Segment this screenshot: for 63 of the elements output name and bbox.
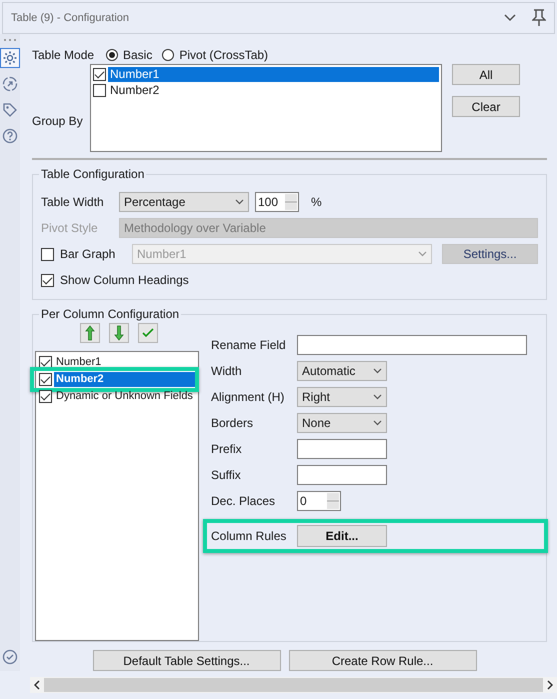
group-title: Per Column Configuration: [39, 307, 182, 321]
radio-label[interactable]: Basic: [123, 48, 152, 62]
group-title: Table Configuration: [39, 167, 146, 181]
move-down-button[interactable]: [109, 323, 129, 343]
chevron-down-icon: [373, 420, 382, 426]
group-by-label: Group By: [32, 114, 84, 128]
chevron-down-icon: [373, 368, 382, 374]
setting-label: Column Rules: [211, 529, 288, 543]
radio-label[interactable]: Pivot (CrossTab): [179, 48, 268, 62]
setting-label: Alignment (H): [211, 390, 286, 404]
checkbox[interactable]: [39, 390, 52, 403]
chevron-down-icon: [235, 199, 244, 205]
list-item[interactable]: Number1: [108, 66, 439, 82]
list-button[interactable]: All: [452, 64, 520, 85]
check-circle-icon[interactable]: [2, 649, 18, 665]
list-item[interactable]: Number2: [108, 82, 439, 98]
dialog-button[interactable]: Create Row Rule...: [288, 650, 476, 671]
text-field[interactable]: [297, 335, 527, 355]
horizontal-scrollbar[interactable]: [30, 677, 557, 693]
checkmark-icon: [142, 328, 154, 338]
dropdown[interactable]: Automatic: [297, 361, 387, 381]
setting-label: Suffix: [211, 468, 242, 482]
check-all-button[interactable]: [138, 323, 158, 343]
more-icon[interactable]: [3, 38, 17, 42]
radio-button[interactable]: [106, 49, 118, 61]
dialog-button[interactable]: Default Table Settings...: [92, 650, 280, 671]
checkbox[interactable]: [41, 274, 54, 286]
chevron-down-icon: [373, 394, 382, 400]
show-headings-label[interactable]: Show Column Headings: [60, 273, 189, 287]
table-width-label: Table Width: [41, 195, 105, 209]
text-field[interactable]: [297, 465, 387, 485]
list-item[interactable]: Dynamic or Unknown Fields: [54, 389, 195, 404]
dropdown[interactable]: Right: [297, 387, 387, 407]
pin-icon[interactable]: [532, 9, 546, 27]
setting-label: Prefix: [211, 442, 243, 456]
pivot-style-label: Pivot Style: [41, 221, 99, 235]
list-item[interactable]: Number1: [54, 355, 195, 370]
setting-label: Width: [211, 364, 243, 378]
arrow-up-icon: [85, 325, 95, 341]
width-spinner[interactable]: 100: [255, 192, 299, 212]
setting-label: Dec. Places: [211, 494, 276, 508]
checkbox[interactable]: [39, 373, 52, 386]
list-item[interactable]: Number2: [54, 372, 195, 387]
text-field[interactable]: [297, 439, 387, 459]
table-mode-label: Table Mode: [32, 48, 96, 62]
move-up-button[interactable]: [80, 323, 100, 343]
settings-icon[interactable]: [0, 48, 20, 68]
chevron-down-icon[interactable]: [504, 14, 516, 22]
setting-label: Borders: [211, 416, 254, 430]
dropdown[interactable]: None: [297, 413, 387, 433]
arrow-down-icon: [114, 325, 124, 341]
window-title: Table (9) - Configuration: [11, 12, 130, 24]
setting-label: Rename Field: [211, 338, 287, 352]
spinner-field[interactable]: 0: [297, 491, 341, 511]
chevron-down-icon: [418, 251, 427, 257]
width-dropdown[interactable]: Percentage: [119, 192, 249, 212]
radio-button[interactable]: [162, 49, 174, 61]
help-icon[interactable]: [0, 126, 20, 146]
checkbox[interactable]: [93, 68, 106, 80]
checkbox[interactable]: [93, 84, 106, 96]
unit-label: %: [311, 195, 322, 209]
edit-button[interactable]: Edit...: [297, 525, 387, 547]
list-button[interactable]: Clear: [452, 96, 520, 117]
